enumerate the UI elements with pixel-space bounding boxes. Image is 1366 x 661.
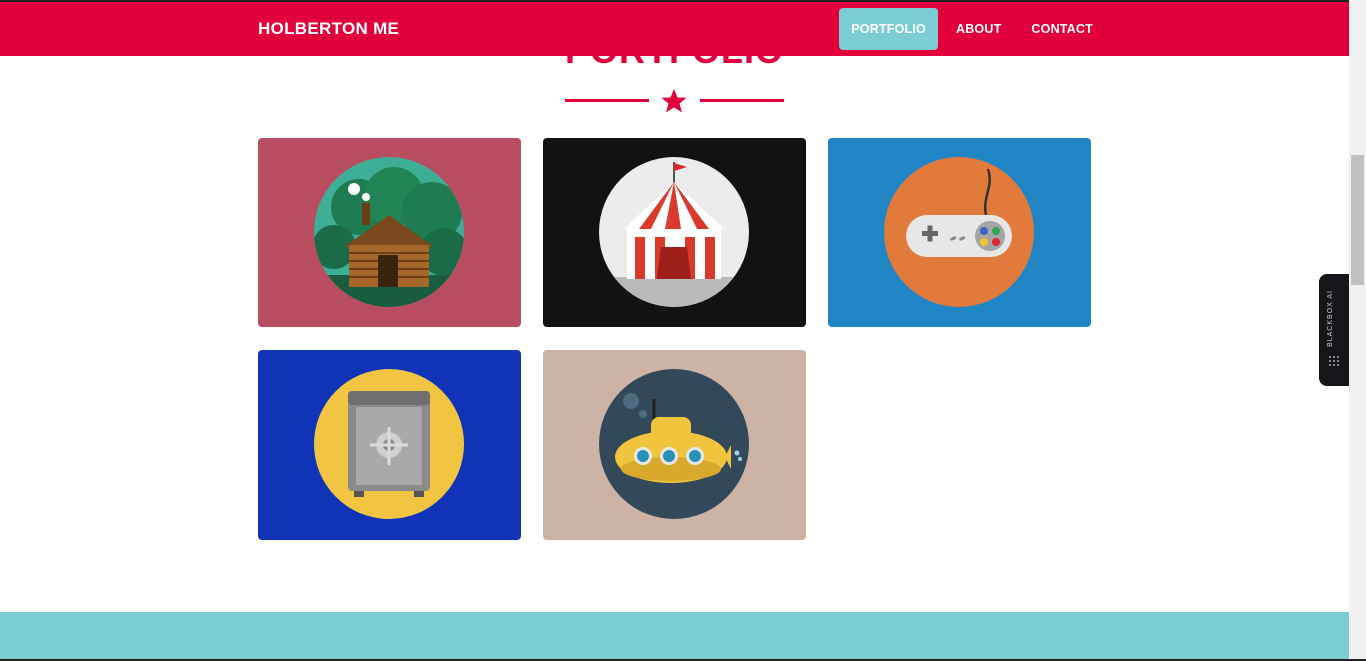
brand-logo[interactable]: HOLBERTON ME — [258, 19, 399, 39]
navbar: HOLBERTON ME PORTFOLIO ABOUT CONTACT — [0, 2, 1349, 56]
game-controller-icon — [884, 157, 1034, 307]
portfolio-item-game[interactable] — [828, 138, 1091, 327]
portfolio-item-submarine[interactable] — [543, 350, 806, 540]
nav-menu: PORTFOLIO ABOUT CONTACT — [833, 8, 1105, 50]
footer-band — [0, 612, 1349, 661]
divider-line-right — [700, 99, 784, 102]
circus-tent-icon — [599, 157, 749, 307]
submarine-icon — [599, 369, 749, 519]
nav-item-portfolio[interactable]: PORTFOLIO — [839, 8, 938, 50]
star-icon — [661, 89, 687, 113]
nav-item-about[interactable]: ABOUT — [944, 8, 1013, 50]
portfolio-item-safe[interactable] — [258, 350, 521, 540]
portfolio-item-cabin[interactable] — [258, 138, 521, 327]
blackbox-ai-label: BLACKBOX AI — [1327, 290, 1334, 347]
blackbox-ai-tab[interactable]: BLACKBOX AI — [1319, 274, 1349, 386]
nav-item-contact[interactable]: CONTACT — [1019, 8, 1105, 50]
star-divider — [565, 88, 784, 114]
scrollbar-thumb[interactable] — [1351, 155, 1364, 285]
scrollbar[interactable] — [1349, 0, 1366, 661]
portfolio-item-circus[interactable] — [543, 138, 806, 327]
log-cabin-icon — [314, 157, 464, 307]
divider-line-left — [565, 99, 649, 102]
blackbox-ai-icon — [1329, 356, 1339, 366]
safe-icon — [314, 369, 464, 519]
